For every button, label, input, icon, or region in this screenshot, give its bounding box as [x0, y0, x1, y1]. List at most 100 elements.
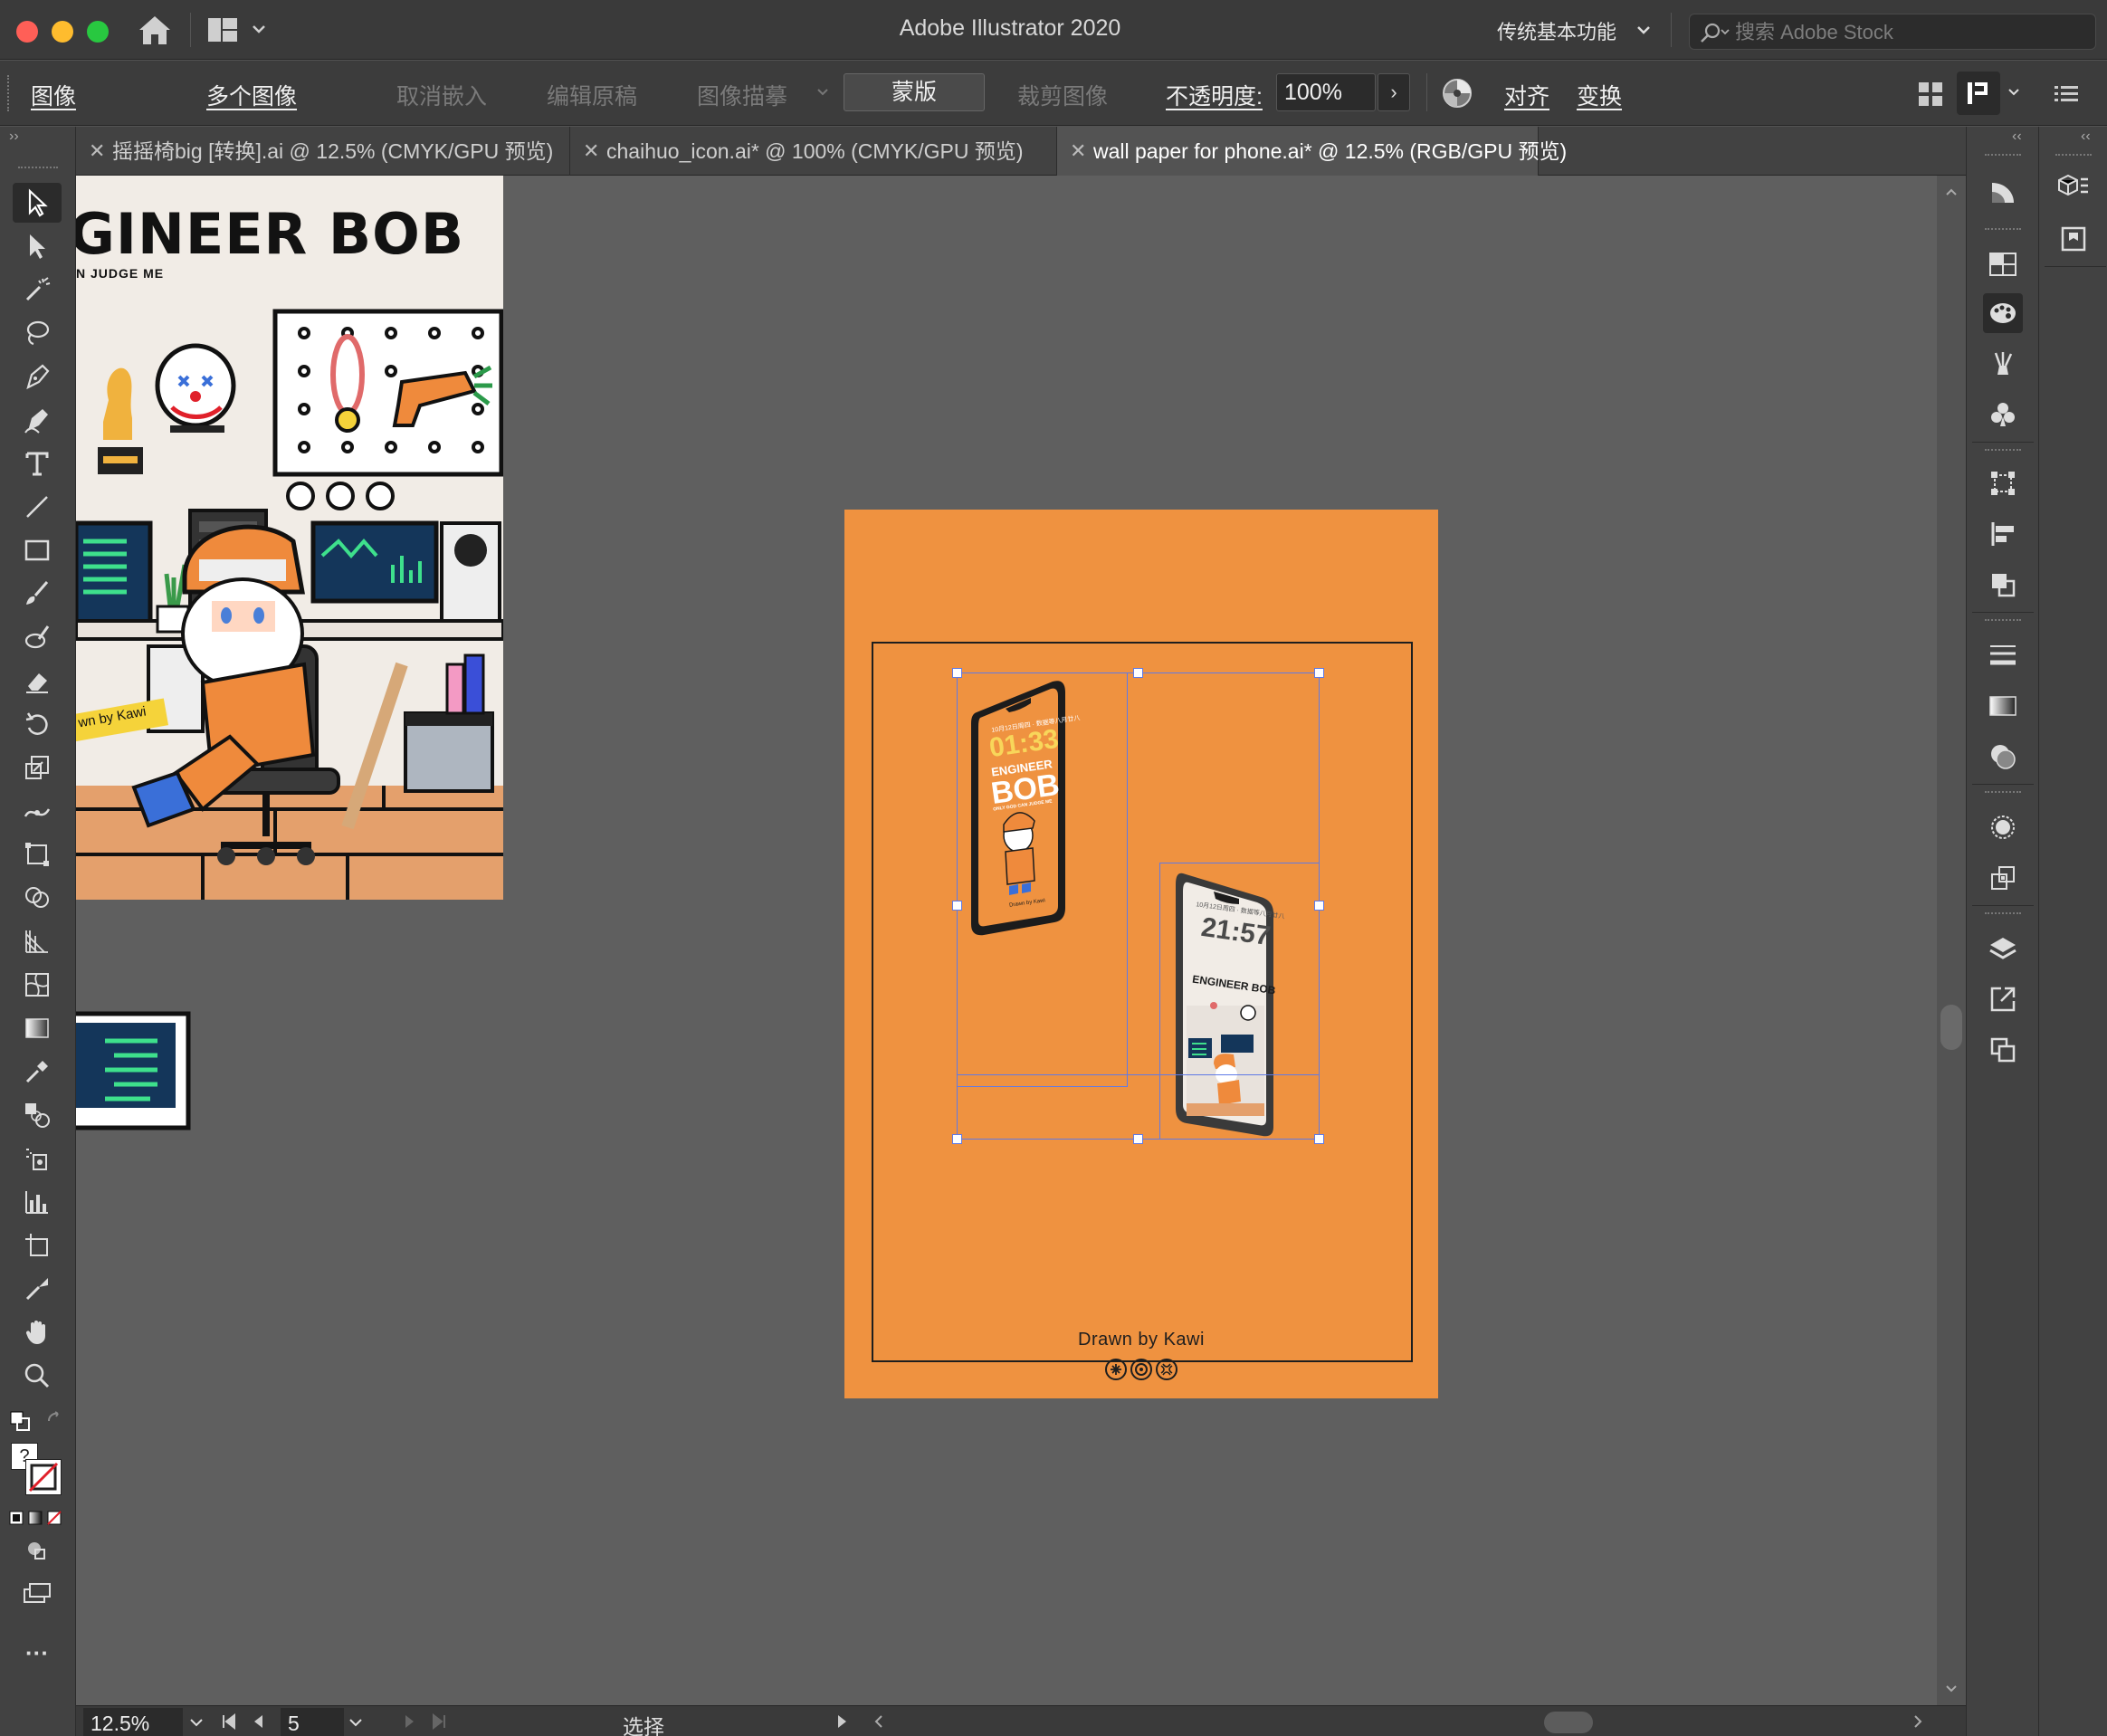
selection-handle[interactable] — [952, 668, 962, 678]
align-link[interactable]: 对齐 — [1504, 79, 1549, 111]
scroll-up-icon[interactable] — [1944, 186, 1959, 197]
graphic-styles-panel-icon[interactable] — [1983, 807, 2023, 847]
selection-handle[interactable] — [1314, 1134, 1324, 1144]
eraser-tool-icon[interactable] — [13, 661, 62, 701]
blend-tool-icon[interactable] — [13, 1095, 62, 1135]
mask-button[interactable]: 蒙版 — [844, 73, 985, 111]
zoom-level-input[interactable]: 12.5% — [83, 1708, 183, 1736]
workspace-switcher[interactable]: 传统基本功能 — [1497, 16, 1616, 45]
edit-toolbar-button[interactable]: ··· — [13, 1633, 62, 1673]
asset-export-panel-icon[interactable] — [1983, 858, 2023, 898]
chevron-down-icon[interactable] — [815, 84, 831, 100]
hand-tool-icon[interactable] — [13, 1312, 62, 1352]
engineer-bob-poster[interactable]: GINEER BOB N JUDGE ME wn by Kawi — [76, 176, 503, 900]
curvature-tool-icon[interactable] — [13, 400, 62, 440]
artboard-tool-icon[interactable] — [13, 1226, 62, 1265]
artboards-panel-icon[interactable] — [1983, 1030, 2023, 1070]
direct-selection-tool-icon[interactable] — [13, 226, 62, 266]
panel-grip[interactable] — [7, 75, 11, 111]
shape-builder-tool-icon[interactable] — [13, 878, 62, 918]
paintbrush-tool-icon[interactable] — [13, 574, 62, 614]
rotate-tool-icon[interactable] — [13, 704, 62, 744]
recolor-artwork-icon[interactable] — [1441, 77, 1473, 110]
monitor-artwork[interactable] — [76, 1006, 194, 1133]
expand-panel-icon[interactable]: ›› — [9, 129, 19, 145]
selection-handle[interactable] — [1133, 668, 1143, 678]
vertical-scroll-thumb[interactable] — [1940, 1005, 1962, 1050]
previous-artboard-icon[interactable] — [252, 1713, 264, 1730]
appearance-panel-icon[interactable] — [1983, 172, 2023, 212]
artboard-number-input[interactable]: 5 — [281, 1708, 344, 1736]
screen-mode-icon[interactable] — [13, 1573, 62, 1613]
color-guide-panel-icon[interactable] — [1983, 293, 2023, 333]
transparency-panel-icon[interactable] — [1983, 737, 2023, 777]
chevron-down-icon[interactable] — [188, 1715, 205, 1730]
close-icon[interactable]: ✕ — [89, 127, 105, 176]
mesh-tool-icon[interactable] — [13, 965, 62, 1005]
drawing-modes-icon[interactable] — [13, 1531, 62, 1571]
symbols-panel-icon[interactable] — [1983, 395, 2023, 434]
current-tool-label[interactable]: 选择 — [623, 1710, 664, 1736]
scroll-left-icon[interactable] — [872, 1713, 885, 1730]
rectangle-tool-icon[interactable] — [13, 530, 62, 570]
collapse-panel-icon[interactable]: ‹‹ — [2081, 129, 2091, 145]
shaper-tool-icon[interactable] — [13, 617, 62, 657]
vertical-scrollbar[interactable] — [1937, 176, 1966, 1705]
chevron-down-icon[interactable] — [1634, 20, 1654, 40]
arrange-icon[interactable] — [1917, 81, 1944, 108]
selection-handle[interactable] — [1314, 668, 1324, 678]
eyedropper-tool-icon[interactable] — [13, 1052, 62, 1092]
close-icon[interactable]: ✕ — [583, 127, 599, 176]
artboard[interactable]: 10月12日周四 · 数据等八月廿八 01:33 ENGINEER BOB ON… — [844, 510, 1438, 1398]
collapse-panel-icon[interactable]: ‹‹ — [2012, 129, 2022, 145]
tab-document-1[interactable]: ✕ 摇摇椅big [转换].ai @ 12.5% (CMYK/GPU 预览) — [76, 127, 570, 176]
slice-tool-icon[interactable] — [13, 1269, 62, 1309]
line-tool-icon[interactable] — [13, 487, 62, 527]
canvas[interactable]: GINEER BOB N JUDGE ME wn by Kawi 10月12日周… — [76, 176, 1937, 1705]
edit-original-button[interactable]: 编辑原稿 — [547, 79, 637, 111]
selection-handle[interactable] — [1133, 1134, 1143, 1144]
scroll-down-icon[interactable] — [1944, 1684, 1959, 1694]
horizontal-scroll-thumb[interactable] — [1544, 1712, 1593, 1733]
panel-grip[interactable] — [1985, 619, 2021, 623]
gradient-panel-icon[interactable] — [1983, 686, 2023, 726]
export-panel-icon[interactable] — [1983, 979, 2023, 1019]
stroke-panel-icon[interactable] — [1983, 635, 2023, 675]
close-icon[interactable]: ✕ — [1070, 127, 1086, 176]
tab-document-3[interactable]: ✕ wall paper for phone.ai* @ 12.5% (RGB/… — [1057, 127, 1567, 176]
status-menu-icon[interactable] — [836, 1713, 849, 1730]
selection-handle[interactable] — [952, 901, 962, 911]
panel-grip[interactable] — [1985, 912, 2021, 916]
unembed-button[interactable]: 取消嵌入 — [396, 79, 487, 111]
chevron-down-icon[interactable] — [348, 1715, 364, 1730]
selection-box-outer[interactable] — [957, 672, 1320, 1140]
menu-icon[interactable] — [2055, 82, 2078, 104]
properties-toggle-button[interactable] — [1957, 72, 2000, 115]
chevron-down-icon[interactable] — [2006, 84, 2022, 100]
swap-fill-stroke-icon[interactable] — [45, 1410, 67, 1432]
last-artboard-icon[interactable] — [431, 1713, 447, 1730]
panel-grip[interactable] — [2055, 154, 2092, 157]
column-graph-tool-icon[interactable] — [13, 1182, 62, 1222]
align-panel-icon[interactable] — [1983, 514, 2023, 554]
image-trace-button[interactable]: 图像描摹 — [697, 79, 787, 111]
image-link[interactable]: 图像 — [31, 79, 76, 111]
panel-grip[interactable] — [1985, 228, 2021, 232]
tab-document-2[interactable]: ✕ chaihuo_icon.ai* @ 100% (CMYK/GPU 预览) — [570, 127, 1057, 176]
type-tool-icon[interactable] — [13, 444, 62, 483]
panel-grip[interactable] — [18, 167, 58, 170]
selection-handle[interactable] — [1314, 901, 1324, 911]
panel-grip[interactable] — [1985, 449, 2021, 453]
layers-panel-icon[interactable] — [1983, 929, 2023, 968]
scroll-right-icon[interactable] — [1912, 1713, 1924, 1730]
default-fill-stroke-icon[interactable] — [9, 1410, 31, 1432]
panel-grip[interactable] — [1985, 791, 2021, 795]
pen-tool-icon[interactable] — [13, 357, 62, 396]
multiple-images-link[interactable]: 多个图像 — [206, 79, 297, 111]
magic-wand-tool-icon[interactable] — [13, 270, 62, 310]
lasso-tool-icon[interactable] — [13, 313, 62, 353]
brushes-panel-icon[interactable] — [1983, 344, 2023, 384]
opacity-arrow-button[interactable]: › — [1378, 73, 1410, 111]
stock-search-input[interactable] — [1735, 20, 2079, 45]
color-modes-icon[interactable] — [9, 1510, 63, 1526]
